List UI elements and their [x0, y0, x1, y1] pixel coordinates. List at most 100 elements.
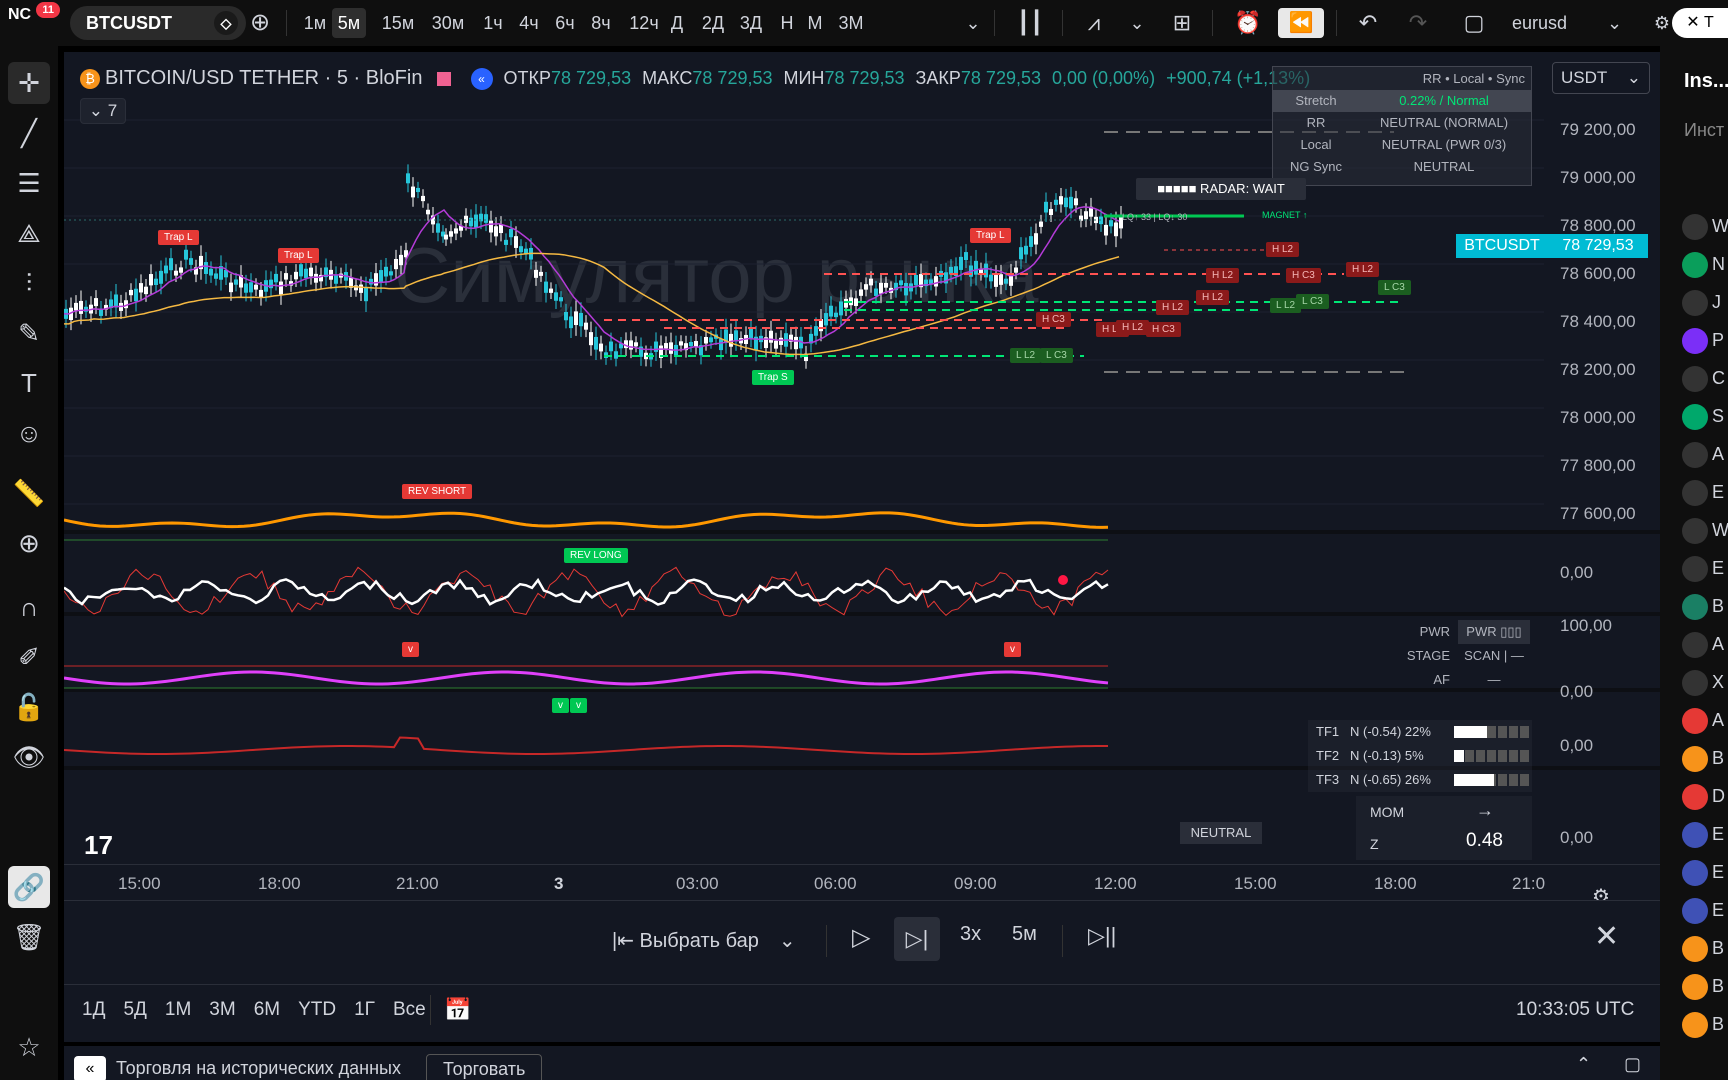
signal-tag-l-l2[interactable]: L L2 — [1010, 348, 1042, 363]
signal-tag-h-c3[interactable]: H C3 — [1036, 312, 1071, 327]
timeframe-6[interactable]: 6ч — [548, 8, 582, 38]
candles-icon[interactable]: ┃┃ — [1010, 8, 1050, 38]
symbol-search-button[interactable]: BTCUSDT ◇ — [70, 6, 246, 40]
signal-tag-trap-l[interactable]: Trap L — [278, 248, 319, 263]
watchlist-selector[interactable]: eurusd ⌄ — [1500, 8, 1650, 38]
layout-square-icon[interactable]: ▢ — [1456, 8, 1492, 38]
range-7[interactable]: Все — [393, 999, 426, 1020]
watchlist-item[interactable]: E — [1668, 894, 1728, 928]
watchlist-item[interactable]: W — [1668, 210, 1728, 244]
signal-tag-trap-s[interactable]: Trap S — [752, 370, 794, 385]
signal-tag-h-c3[interactable]: H C3 — [1286, 268, 1321, 283]
time-axis[interactable] — [64, 864, 1660, 900]
signal-tag-v[interactable]: v — [570, 698, 587, 713]
signal-tag-l-c3[interactable]: L C3 — [1040, 348, 1073, 363]
trade-button[interactable]: Торговать — [426, 1054, 543, 1080]
signal-tag-h-c3[interactable]: H C3 — [1146, 322, 1181, 337]
watchlist-item[interactable]: B — [1668, 742, 1728, 776]
watchlist-item[interactable]: B — [1668, 1008, 1728, 1042]
chevron-up-icon[interactable]: ⌃ — [1576, 1054, 1591, 1075]
star-icon[interactable]: ☆ — [8, 1026, 50, 1068]
timeframe-1[interactable]: 5м — [332, 8, 366, 38]
watchlist-item[interactable]: N — [1668, 248, 1728, 282]
watchlist-item[interactable]: A — [1668, 628, 1728, 662]
alert-icon[interactable]: ⏰ — [1228, 8, 1268, 38]
signal-tag-h-l2[interactable]: H L2 — [1156, 300, 1190, 315]
timeframe-8[interactable]: 12ч — [622, 8, 666, 38]
clock-display[interactable]: 10:33:05 UTC — [1516, 999, 1634, 1021]
watchlist-item[interactable]: W — [1668, 514, 1728, 548]
interval-button[interactable]: 5м — [1012, 923, 1037, 946]
watchlist-item[interactable]: B — [1668, 590, 1728, 624]
timeframe-14[interactable]: 3М — [834, 8, 868, 38]
indicators-dropdown-icon[interactable]: ⌄ — [1124, 8, 1150, 38]
range-1[interactable]: 5Д — [123, 999, 146, 1020]
zoom-icon[interactable]: ⊕ — [8, 522, 50, 564]
layouts-icon[interactable]: ⊞ — [1164, 8, 1200, 38]
range-0[interactable]: 1Д — [82, 999, 105, 1020]
magnet-icon[interactable]: ∩ — [8, 586, 50, 628]
watchlist-item[interactable]: E — [1668, 476, 1728, 510]
signal-tag-v[interactable]: v — [552, 698, 569, 713]
watchlist-item[interactable]: C — [1668, 362, 1728, 396]
timeframe-10[interactable]: 2Д — [696, 8, 730, 38]
eye-icon[interactable]: 👁 — [8, 736, 50, 778]
emoji-icon[interactable]: ☺ — [8, 412, 50, 454]
pattern-icon[interactable]: ⟁ — [8, 212, 50, 254]
date-range-icon[interactable]: 📅 — [444, 997, 471, 1023]
watchlist-item[interactable]: E — [1668, 856, 1728, 890]
signal-tag-h-l2[interactable]: H L2 — [1206, 268, 1240, 283]
timeframe-5[interactable]: 4ч — [512, 8, 546, 38]
fib-icon[interactable]: ☰ — [8, 162, 50, 204]
step-forward-icon[interactable]: ▷| — [894, 917, 940, 961]
brush-icon[interactable]: ✎ — [8, 312, 50, 354]
speed-button[interactable]: 3x — [960, 923, 981, 946]
indicators-icon[interactable]: ⩘ — [1076, 8, 1112, 38]
range-2[interactable]: 1М — [165, 999, 191, 1020]
signal-tag-h-l2[interactable]: H L2 — [1266, 242, 1300, 257]
signal-tag-v[interactable]: v — [1004, 642, 1021, 657]
timeframe-0[interactable]: 1м — [298, 8, 332, 38]
projection-icon[interactable]: ⫶ — [8, 262, 50, 304]
symbol-title[interactable]: BITCOIN/USD TETHER · 5 · BloFin — [105, 67, 422, 89]
watchlist-item[interactable]: A — [1668, 438, 1728, 472]
replay-icon[interactable]: ⏪ — [1278, 8, 1324, 38]
select-bar-button[interactable]: |⇤ Выбрать бар ⌄ — [612, 923, 796, 959]
flag-icon[interactable] — [437, 72, 452, 87]
lock-drawing-icon[interactable]: ✐ — [8, 636, 50, 678]
timeframe-3[interactable]: 30м — [426, 8, 470, 38]
timeframe-9[interactable]: Д — [664, 8, 690, 38]
timeframe-7[interactable]: 8ч — [584, 8, 618, 38]
text-icon[interactable]: T — [8, 362, 50, 404]
play-icon[interactable]: ▷ — [852, 923, 870, 952]
watchlist-item[interactable]: S — [1668, 400, 1728, 434]
trade-panel-toggle[interactable]: ✕ Т — [1672, 8, 1728, 38]
app-logo[interactable]: NC 11 — [8, 2, 60, 40]
lock-icon[interactable]: 🔓 — [8, 686, 50, 728]
ruler-icon[interactable]: 📏 — [8, 472, 50, 514]
signal-tag-h-l2[interactable]: H L2 — [1116, 320, 1150, 335]
timeframe-4[interactable]: 1ч — [476, 8, 510, 38]
watchlist-item[interactable]: B — [1668, 932, 1728, 966]
jump-to-end-icon[interactable]: ▷|| — [1088, 923, 1116, 949]
watchlist-item[interactable]: A — [1668, 704, 1728, 738]
signal-tag-h-l2[interactable]: H L2 — [1346, 262, 1380, 277]
timeframe-11[interactable]: 3Д — [734, 8, 768, 38]
signal-tag-h-l2[interactable]: H L2 — [1196, 290, 1230, 305]
signal-tag-rev-short[interactable]: REV SHORT — [402, 484, 473, 499]
crosshair-icon[interactable]: ✛ — [8, 62, 50, 104]
maximize-icon[interactable]: ▢ — [1624, 1054, 1641, 1075]
watchlist-item[interactable]: X — [1668, 666, 1728, 700]
link-icon[interactable]: 🔗 — [8, 866, 50, 908]
collapse-replay-icon[interactable]: « — [74, 1056, 106, 1080]
trash-icon[interactable]: 🗑 — [8, 916, 50, 958]
signal-tag-l-c3[interactable]: L C3 — [1296, 294, 1329, 309]
timeframe-12[interactable]: Н — [774, 8, 800, 38]
notification-badge[interactable]: 11 — [36, 2, 60, 18]
timeframe-13[interactable]: М — [802, 8, 828, 38]
signal-tag-l-c3[interactable]: L C3 — [1378, 280, 1411, 295]
currency-select[interactable]: USDT ⌄ — [1552, 62, 1650, 94]
redo-icon[interactable]: ↷ — [1400, 8, 1436, 38]
diamond-icon[interactable]: ◇ — [214, 11, 238, 35]
watchlist-item[interactable]: E — [1668, 552, 1728, 586]
